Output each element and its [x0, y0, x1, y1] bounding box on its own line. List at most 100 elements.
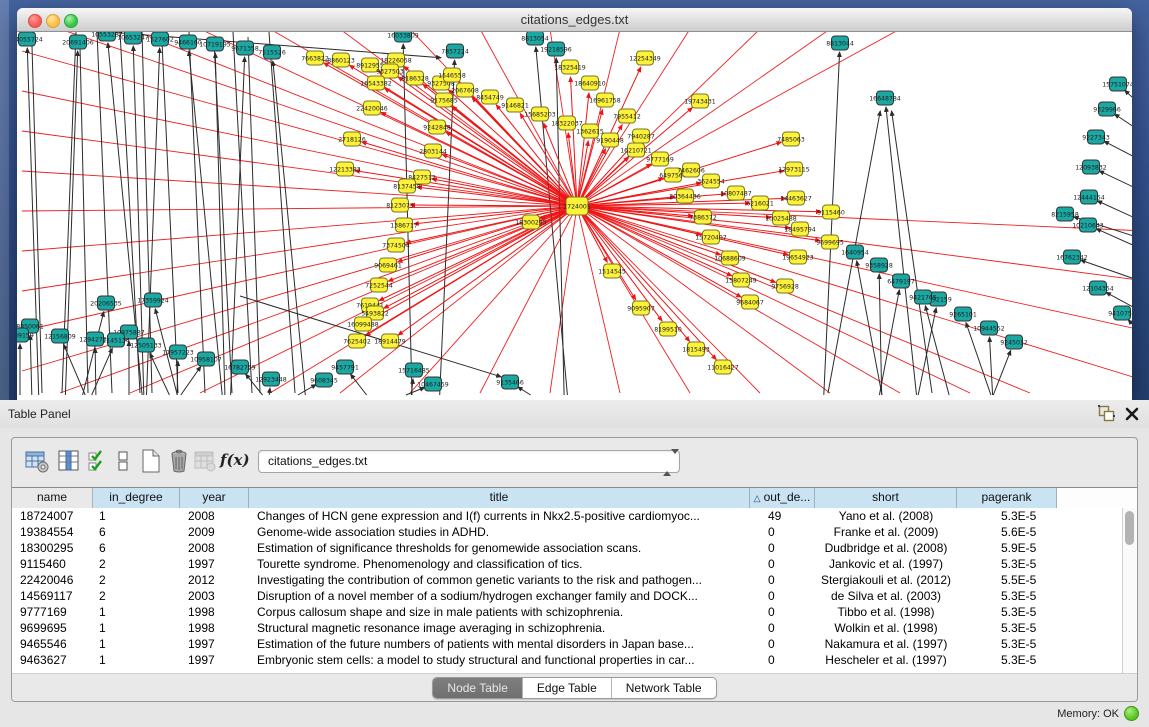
tab-network-table[interactable]: Network Table: [611, 678, 716, 698]
select-columns-icon[interactable]: [56, 448, 82, 474]
graph-node[interactable]: 7940287: [627, 129, 655, 143]
vertical-scrollbar[interactable]: [1122, 508, 1137, 674]
graph-node[interactable]: 12213383: [329, 162, 361, 176]
graph-node[interactable]: 8199510: [654, 322, 682, 336]
graph-node[interactable]: 9329966: [1093, 102, 1121, 116]
graph-node[interactable]: 16210721: [620, 143, 652, 157]
graph-node[interactable]: 8813054: [521, 32, 549, 45]
graph-node[interactable]: 14055724: [17, 32, 43, 46]
graph-node[interactable]: 18325419: [554, 60, 586, 74]
table-row[interactable]: 946362711997Embryonic stem cells: a mode…: [12, 652, 1123, 668]
citation-network-graph[interactable]: 1724001140557242069140610553287106532471…: [17, 32, 1132, 400]
table-row[interactable]: 946554611997Estimation of the future num…: [12, 636, 1123, 652]
table-settings-icon[interactable]: [24, 448, 50, 474]
column-header-short[interactable]: short: [815, 488, 957, 508]
graph-node[interactable]: 8813044: [826, 36, 854, 50]
graph-node[interactable]: 12254349: [629, 51, 661, 65]
graph-node[interactable]: 9756928: [771, 279, 799, 293]
graph-node[interactable]: 7485063: [777, 132, 805, 146]
graph-node[interactable]: 15751074: [1102, 77, 1132, 91]
graph-node[interactable]: 10958107: [190, 352, 222, 366]
graph-node[interactable]: 1815493: [682, 342, 710, 356]
window-titlebar[interactable]: citations_edges.txt: [17, 8, 1132, 32]
table-row[interactable]: 977716911998Corpus callosum shape and si…: [12, 604, 1123, 620]
table-select-dropdown[interactable]: citations_edges.txt: [258, 450, 680, 473]
graph-node[interactable]: 7857224: [441, 44, 469, 58]
graph-node[interactable]: 8454749: [476, 90, 504, 104]
graph-node[interactable]: 8123073: [386, 198, 414, 212]
graph-node[interactable]: 15720407: [695, 230, 727, 244]
graph-node[interactable]: 16961758: [589, 93, 621, 107]
graph-node[interactable]: 20206535: [90, 296, 122, 310]
graph-node[interactable]: 6479197: [887, 274, 915, 288]
graph-node[interactable]: 10653247: [117, 32, 149, 44]
float-panel-icon[interactable]: [1098, 405, 1115, 427]
graph-node[interactable]: 7252544: [365, 278, 393, 292]
memory-indicator[interactable]: Memory: OK: [1057, 706, 1139, 721]
graph-node[interactable]: 2803144: [419, 144, 447, 158]
table-row[interactable]: 1456911722003Disruption of a novel membe…: [12, 588, 1123, 604]
graph-node[interactable]: 12156809: [44, 329, 76, 343]
column-header-in_degree[interactable]: in_degree: [93, 488, 180, 508]
table-row[interactable]: 1938455462009Genome-wide association stu…: [12, 524, 1123, 540]
graph-node[interactable]: 12973115: [778, 162, 810, 176]
graph-node[interactable]: 12104354: [1082, 281, 1114, 295]
graph-node[interactable]: 16648784: [869, 91, 901, 105]
column-header-name[interactable]: name: [12, 488, 93, 508]
close-panel-icon[interactable]: [1125, 407, 1139, 426]
graph-node[interactable]: 7374504: [382, 238, 410, 252]
graph-node[interactable]: 10807487: [720, 186, 752, 200]
graph-node[interactable]: 9135466: [496, 375, 524, 389]
column-header-pagerank[interactable]: pagerank: [957, 488, 1057, 508]
graph-node[interactable]: 1640954: [841, 245, 869, 259]
delete-trash-icon[interactable]: [166, 448, 192, 474]
graph-node[interactable]: 7663822: [301, 51, 329, 65]
graph-node[interactable]: 20691406: [62, 35, 94, 49]
graph-node[interactable]: 12505133: [130, 338, 162, 352]
graph-node[interactable]: 16033809: [387, 32, 419, 42]
column-header-title[interactable]: title: [249, 488, 750, 508]
graph-node[interactable]: 7955412: [613, 109, 641, 123]
column-header-out_de[interactable]: △out_de...: [750, 488, 815, 508]
graph-node[interactable]: 9699695: [816, 235, 844, 249]
graph-node[interactable]: 17359924: [137, 293, 169, 307]
graph-node[interactable]: 18640910: [574, 76, 606, 90]
graph-node[interactable]: 15716485: [398, 363, 430, 377]
new-document-icon[interactable]: [138, 448, 164, 474]
apply-checks-icon[interactable]: [86, 448, 112, 474]
graph-node[interactable]: 2718126: [338, 132, 366, 146]
graph-node[interactable]: 20364436: [669, 189, 701, 203]
table-row[interactable]: 911546021997Tourette syndrome. Phenomeno…: [12, 556, 1123, 572]
scrollbar-thumb[interactable]: [1125, 511, 1134, 545]
table-row[interactable]: 1830029562008Estimation of significance …: [12, 540, 1123, 556]
network-view-window[interactable]: citations_edges.txt 1724001 14055724 20691…: [17, 8, 1132, 400]
graph-node[interactable]: 19743431: [684, 94, 716, 108]
graph-node[interactable]: 9457791: [331, 360, 359, 374]
graph-node[interactable]: 7515526: [258, 45, 286, 59]
graph-node[interactable]: 6216021: [746, 196, 774, 210]
graph-node[interactable]: 9069461: [374, 258, 402, 272]
graph-node[interactable]: 3624554: [697, 174, 725, 188]
graph-node[interactable]: 2067608: [451, 83, 479, 97]
table-row[interactable]: 969969511998Structural magnetic resonanc…: [12, 620, 1123, 636]
graph-node[interactable]: 9410757: [1108, 306, 1132, 320]
graph-node[interactable]: 8860123: [327, 53, 355, 67]
graph-node[interactable]: 17957223: [162, 345, 194, 359]
graph-node[interactable]: 9608345: [310, 373, 338, 387]
rows-icon[interactable]: [110, 448, 136, 474]
graph-node[interactable]: 8215958: [1051, 207, 1079, 221]
tab-node-table[interactable]: Node Table: [433, 678, 522, 698]
function-builder-icon[interactable]: f(x): [220, 451, 246, 477]
column-header-year[interactable]: year: [180, 488, 249, 508]
graph-node[interactable]: 10944552: [973, 321, 1005, 335]
table-row[interactable]: 2242004622012Investigating the contribut…: [12, 572, 1123, 588]
graph-node[interactable]: 1527602: [146, 32, 174, 46]
network-canvas[interactable]: 1724001140557242069140610553287106532471…: [17, 32, 1132, 400]
graph-node[interactable]: 19218596: [540, 42, 572, 56]
graph-node[interactable]: 14463627: [780, 191, 812, 205]
graph-node[interactable]: 9095907: [627, 301, 655, 315]
graph-node[interactable]: 9265101: [949, 307, 977, 321]
graph-node[interactable]: 1724001: [563, 197, 591, 215]
graph-node[interactable]: 10688609: [714, 251, 746, 265]
table-row[interactable]: 1872400712008Changes of HCN gene express…: [12, 508, 1123, 524]
